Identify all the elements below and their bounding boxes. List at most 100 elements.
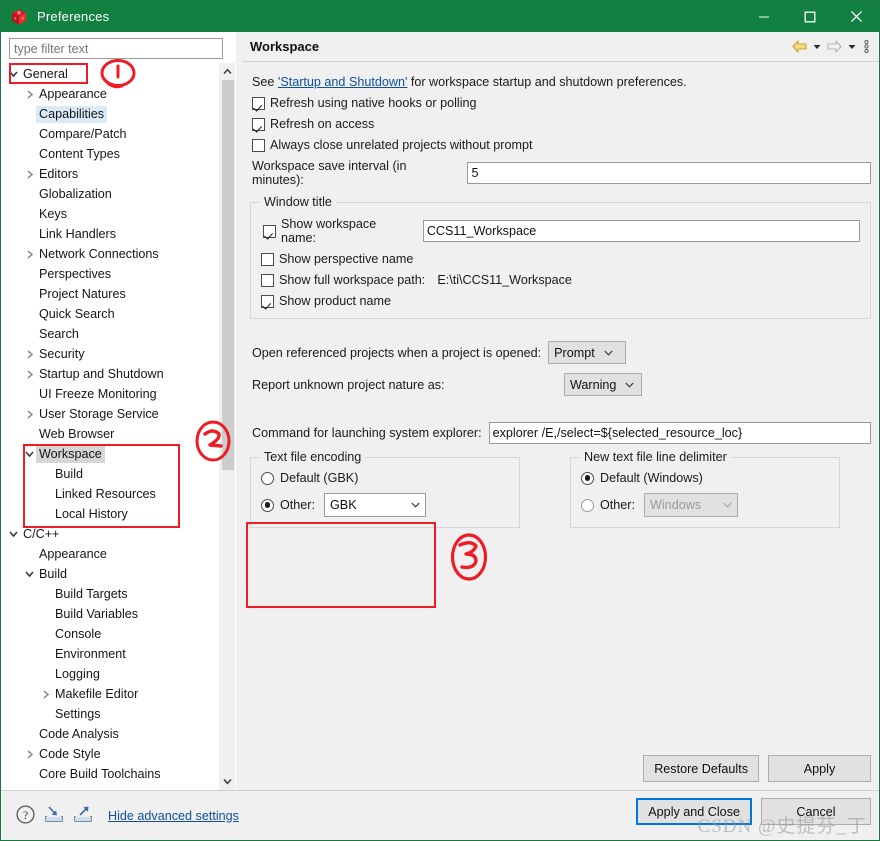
sidebar-item-keys[interactable]: Keys [1, 204, 219, 224]
sidebar-item-ui-freeze-monitoring[interactable]: UI Freeze Monitoring [1, 384, 219, 404]
close-unrelated-projects-checkbox[interactable] [252, 138, 265, 152]
sidebar-item-compare-patch[interactable]: Compare/Patch [1, 124, 219, 144]
delimiter-default-radio[interactable] [581, 471, 594, 485]
sidebar-item-build-targets[interactable]: Build Targets [1, 584, 219, 604]
chevron-right-icon[interactable] [23, 249, 36, 259]
sidebar-item-appearance[interactable]: Appearance [1, 84, 219, 104]
chevron-right-icon[interactable] [39, 689, 52, 699]
sidebar-item-environment[interactable]: Environment [1, 644, 219, 664]
refresh-on-access-checkbox-row[interactable]: Refresh on access [252, 117, 871, 131]
report-nature-select[interactable]: Warning [564, 373, 642, 396]
chevron-right-icon[interactable] [23, 749, 36, 759]
sidebar-item-startup-and-shutdown[interactable]: Startup and Shutdown [1, 364, 219, 384]
sidebar-item-capabilities[interactable]: Capabilities [1, 104, 219, 124]
chevron-right-icon[interactable] [23, 349, 36, 359]
show-product-name-row[interactable]: Show product name [261, 294, 860, 308]
preferences-tree[interactable]: General Appearance Capabilities Compare/Pat… [1, 63, 219, 790]
chevron-right-icon[interactable] [23, 169, 36, 179]
startup-shutdown-link[interactable]: 'Startup and Shutdown' [278, 75, 407, 89]
apply-button[interactable]: Apply [768, 755, 871, 782]
open-referenced-projects-select[interactable]: Prompt [548, 341, 627, 364]
sidebar-item-logging[interactable]: Logging [1, 664, 219, 684]
sidebar-item-editors[interactable]: Editors [1, 164, 219, 184]
show-perspective-name-row[interactable]: Show perspective name [261, 252, 860, 266]
sidebar-item-local-history[interactable]: Local History [1, 504, 219, 524]
sidebar-item-build[interactable]: Build [1, 464, 219, 484]
sidebar-item-globalization[interactable]: Globalization [1, 184, 219, 204]
search-input[interactable] [9, 38, 223, 59]
sidebar-item-security[interactable]: Security [1, 344, 219, 364]
sidebar-item-perspectives[interactable]: Perspectives [1, 264, 219, 284]
sidebar-item-appearance[interactable]: Appearance [1, 544, 219, 564]
refresh-native-hooks-checkbox-row[interactable]: Refresh using native hooks or polling [252, 96, 871, 110]
close-button[interactable] [833, 1, 879, 32]
sidebar-item-search[interactable]: Search [1, 324, 219, 344]
show-perspective-name-checkbox[interactable] [261, 252, 274, 266]
show-full-workspace-path-checkbox[interactable] [261, 273, 274, 287]
encoding-other-radio-row[interactable]: Other: GBK [261, 493, 509, 517]
scroll-down-arrow-icon[interactable] [220, 773, 235, 790]
delimiter-other-radio-row[interactable]: Other: Windows [581, 493, 829, 517]
hide-advanced-settings-link[interactable]: Hide advanced settings [108, 809, 239, 823]
restore-defaults-button[interactable]: Restore Defaults [643, 755, 759, 782]
scrollbar-thumb[interactable] [222, 80, 234, 470]
sidebar-item-link-handlers[interactable]: Link Handlers [1, 224, 219, 244]
sidebar-item-network-connections[interactable]: Network Connections [1, 244, 219, 264]
tree-vertical-scrollbar[interactable] [219, 63, 235, 790]
chevron-right-icon[interactable] [23, 409, 36, 419]
sidebar-item-console[interactable]: Console [1, 624, 219, 644]
sidebar-item-general[interactable]: General [1, 64, 219, 84]
delimiter-default-radio-row[interactable]: Default (Windows) [581, 471, 829, 485]
sidebar-item-build-variables[interactable]: Build Variables [1, 604, 219, 624]
scroll-up-arrow-icon[interactable] [220, 63, 235, 80]
encoding-other-select[interactable]: GBK [324, 493, 426, 517]
apply-and-close-button[interactable]: Apply and Close [636, 798, 752, 825]
chevron-down-icon[interactable] [7, 530, 20, 538]
show-full-workspace-path-row[interactable]: Show full workspace path: E:\ti\CCS11_Wo… [261, 273, 860, 287]
chevron-down-icon[interactable] [23, 570, 36, 578]
sidebar-item-linked-resources[interactable]: Linked Resources [1, 484, 219, 504]
forward-arrow-icon[interactable] [824, 39, 845, 54]
scrollbar-track[interactable] [220, 80, 235, 773]
minimize-button[interactable] [741, 1, 787, 32]
sidebar-item-c-c[interactable]: C/C++ [1, 524, 219, 544]
delimiter-other-radio[interactable] [581, 498, 594, 512]
encoding-default-radio-row[interactable]: Default (GBK) [261, 471, 509, 485]
help-icon[interactable]: ? [15, 804, 36, 828]
refresh-native-hooks-checkbox[interactable] [252, 96, 265, 110]
sidebar-item-content-types[interactable]: Content Types [1, 144, 219, 164]
close-unrelated-projects-checkbox-row[interactable]: Always close unrelated projects without … [252, 138, 871, 152]
chevron-down-icon[interactable] [7, 70, 20, 78]
chevron-right-icon[interactable] [23, 369, 36, 379]
chevron-right-icon[interactable] [23, 89, 36, 99]
explorer-command-input[interactable] [488, 422, 871, 444]
import-icon[interactable] [43, 804, 65, 827]
workspace-name-input[interactable] [422, 220, 860, 242]
sidebar-item-settings[interactable]: Settings [1, 704, 219, 724]
maximize-button[interactable] [787, 1, 833, 32]
refresh-on-access-checkbox[interactable] [252, 117, 265, 131]
sidebar-item-makefile-editor[interactable]: Makefile Editor [1, 684, 219, 704]
cancel-button[interactable]: Cancel [761, 798, 871, 825]
sidebar-item-workspace[interactable]: Workspace [1, 444, 219, 464]
show-workspace-name-checkbox[interactable] [263, 224, 276, 238]
back-history-chevron-down-icon[interactable] [810, 44, 824, 50]
sidebar-item-code-analysis[interactable]: Code Analysis [1, 724, 219, 744]
sidebar-item-user-storage-service[interactable]: User Storage Service [1, 404, 219, 424]
save-interval-input[interactable] [467, 162, 871, 184]
chevron-down-icon[interactable] [23, 450, 36, 458]
sidebar-item-build[interactable]: Build [1, 564, 219, 584]
encoding-other-radio[interactable] [261, 498, 274, 512]
sidebar-item-web-browser[interactable]: Web Browser [1, 424, 219, 444]
sidebar-item-core-build-toolchains[interactable]: Core Build Toolchains [1, 764, 219, 784]
sidebar-item-quick-search[interactable]: Quick Search [1, 304, 219, 324]
encoding-default-radio[interactable] [261, 471, 274, 485]
back-arrow-icon[interactable] [789, 39, 810, 54]
show-workspace-name-row[interactable]: Show workspace name: [263, 217, 860, 245]
sidebar-item-code-style[interactable]: Code Style [1, 744, 219, 764]
view-menu-icon[interactable] [859, 39, 873, 54]
forward-history-chevron-down-icon[interactable] [845, 44, 859, 50]
sidebar-item-project-natures[interactable]: Project Natures [1, 284, 219, 304]
show-product-name-checkbox[interactable] [261, 294, 274, 308]
export-icon[interactable] [72, 804, 94, 827]
